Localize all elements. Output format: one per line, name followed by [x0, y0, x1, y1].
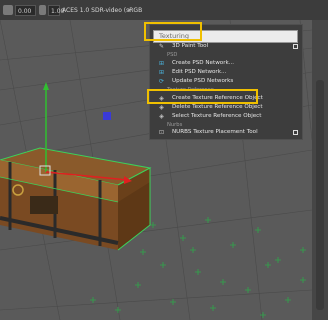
- chevron-down-icon[interactable]: ▾: [128, 5, 135, 16]
- camera-icon[interactable]: [3, 5, 13, 15]
- menu-item-edit-psd-network[interactable]: ⊞ Edit PSD Network...: [151, 68, 301, 77]
- menu-item-update-psd-networks[interactable]: ⟳ Update PSD Networks: [151, 77, 301, 86]
- viewport-scrollbar[interactable]: [312, 20, 328, 320]
- gamma-icon[interactable]: [39, 5, 46, 15]
- menu-item-delete-texture-reference-object[interactable]: ◈ Delete Texture Reference Object: [151, 103, 301, 112]
- viewport-toolbar: 0.00 1.00 ACES 1.0 SDR-video (sRGB ▾: [0, 0, 328, 21]
- option-box-icon[interactable]: [293, 130, 298, 135]
- menu-item-select-texture-reference-object[interactable]: ◈ Select Texture Reference Object: [151, 112, 301, 121]
- option-box-icon[interactable]: [293, 44, 298, 49]
- menu-search-popup: Texturing ✎ 3D Paint Tool PSD ⊞ Create P…: [149, 24, 303, 140]
- psd-update-icon: ⟳: [158, 78, 165, 85]
- search-highlight-box: [144, 22, 202, 41]
- texture-reference-icon: ◈: [159, 104, 164, 111]
- treasure-chest: [0, 147, 152, 251]
- scrollbar-thumb[interactable]: [316, 80, 324, 310]
- psd-network-icon: ⊞: [158, 69, 165, 76]
- gamma-field[interactable]: 1.00: [48, 5, 64, 16]
- section-psd: PSD: [167, 52, 178, 58]
- exposure-field[interactable]: 0.00: [15, 5, 36, 16]
- psd-network-icon: ⊞: [158, 60, 165, 67]
- texture-reference-icon: ◈: [159, 113, 164, 120]
- menu-item-nurbs-texture-placement-tool[interactable]: ⊡ NURBS Texture Placement Tool: [151, 128, 301, 137]
- paint-brush-icon: ✎: [158, 43, 165, 50]
- item-highlight-box: [147, 89, 258, 104]
- menu-item-create-psd-network[interactable]: ⊞ Create PSD Network...: [151, 59, 301, 68]
- nurbs-placement-icon: ⊡: [158, 129, 165, 136]
- menu-item-3d-paint-tool[interactable]: ✎ 3D Paint Tool: [151, 42, 301, 51]
